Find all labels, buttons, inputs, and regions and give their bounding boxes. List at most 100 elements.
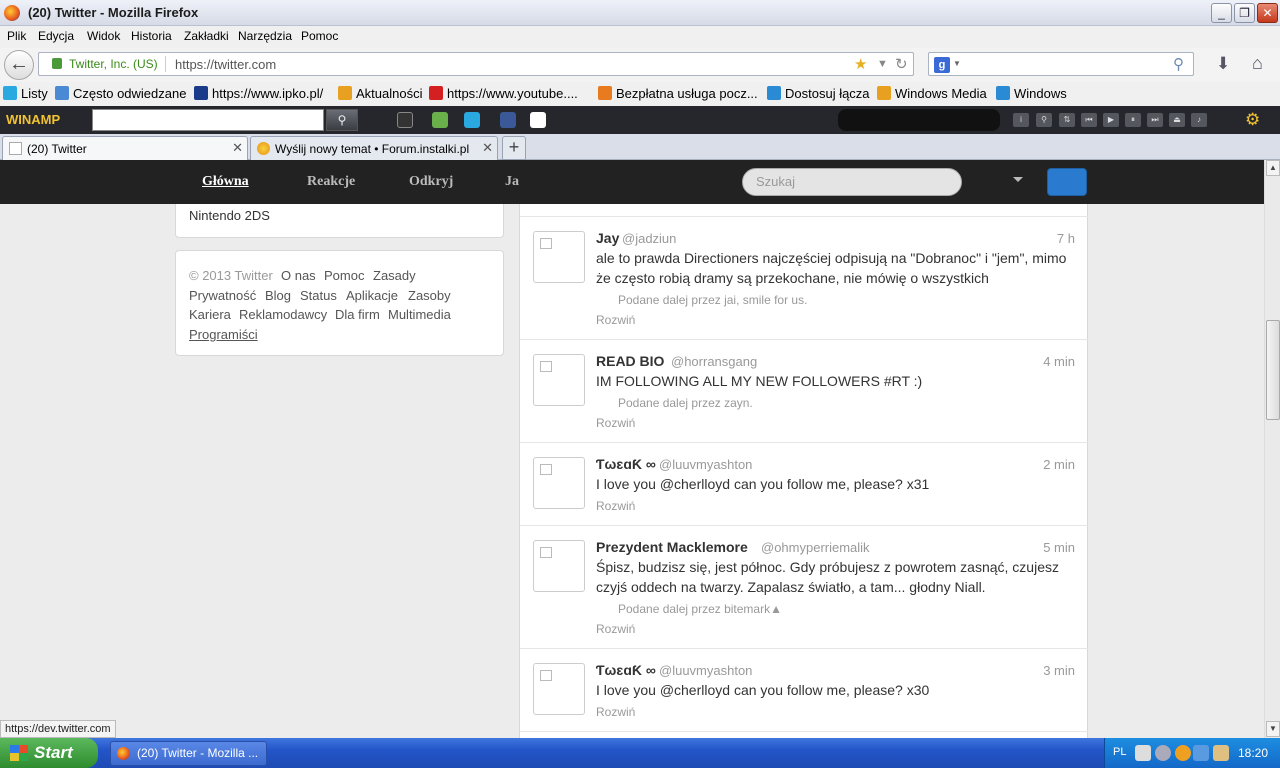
footer-link[interactable]: Aplikacje (346, 288, 398, 303)
keyboard-icon[interactable] (1135, 745, 1151, 761)
new-tab-button[interactable]: + (502, 136, 526, 160)
settings-dropdown-icon[interactable] (1013, 177, 1023, 182)
menu-bookmarks[interactable]: Zakładki (184, 29, 229, 43)
gear-icon[interactable]: ⚙ (1245, 110, 1260, 130)
scroll-down-icon[interactable]: ▼ (1266, 721, 1280, 737)
footer-link[interactable]: Reklamodawcy (239, 307, 327, 322)
winamp-icon[interactable] (397, 112, 413, 128)
magnifier-icon[interactable]: ⚲ (1173, 55, 1184, 73)
reload-icon[interactable]: ↻ (895, 55, 908, 73)
nav-discover[interactable]: Odkryj (409, 174, 453, 190)
pause-icon[interactable]: ⏸ (1125, 113, 1141, 127)
tweet[interactable]: READ BIO @horransgang 4 min IM FOLLOWING… (520, 340, 1088, 443)
tweet[interactable]: ƬωɛɑƘ ∞ @luuvmyashton 2 min I love you @… (520, 443, 1088, 526)
bookmark-star-icon[interactable]: ★ (854, 55, 867, 73)
chevron-down-icon[interactable]: ▼ (953, 59, 961, 68)
menu-tools[interactable]: Narzędzia (238, 29, 292, 43)
dropdown-arrow-icon[interactable]: ▼ (877, 58, 888, 70)
menu-history[interactable]: Historia (131, 29, 172, 43)
tweet-time[interactable]: 5 min (1043, 540, 1075, 555)
nav-me[interactable]: Ja (505, 174, 519, 190)
expand-link[interactable]: Rozwiń (596, 416, 635, 430)
ebay-icon[interactable] (530, 112, 546, 128)
avatar[interactable] (533, 231, 585, 283)
play-icon[interactable]: ▶ (1103, 113, 1119, 127)
bookmark-item[interactable]: Aktualności (338, 86, 422, 101)
avatar[interactable] (533, 540, 585, 592)
menu-file[interactable]: Plik (7, 29, 26, 43)
url-text[interactable]: https://twitter.com (175, 57, 276, 72)
trend-item[interactable]: Nintendo 2DS (189, 208, 270, 223)
previous-icon[interactable]: ⏮ (1081, 113, 1097, 127)
tweet-time[interactable]: 4 min (1043, 354, 1075, 369)
tweet-time[interactable]: 2 min (1043, 457, 1075, 472)
tweet-time[interactable]: 7 h (1057, 231, 1075, 246)
close-tab-icon[interactable]: ✕ (232, 140, 243, 156)
menu-edit[interactable]: Edycja (38, 29, 74, 43)
language-indicator[interactable]: PL (1113, 746, 1126, 758)
footer-link[interactable]: Programiści (189, 327, 258, 342)
avatar[interactable] (533, 663, 585, 715)
nav-home[interactable]: Główna (202, 174, 249, 190)
avatar[interactable] (533, 354, 585, 406)
bookmark-item[interactable]: Windows Media (877, 86, 987, 101)
bookmark-item[interactable]: Listy (3, 86, 48, 101)
expand-link[interactable]: Rozwiń (596, 499, 635, 513)
menu-view[interactable]: Widok (87, 29, 120, 43)
tray-arrow-icon[interactable] (1155, 745, 1171, 761)
taskbar-firefox-item[interactable]: (20) Twitter - Mozilla ... (110, 741, 267, 766)
bookmark-item[interactable]: Często odwiedzane (55, 86, 186, 101)
address-bar[interactable]: Twitter, Inc. (US) https://twitter.com ★… (38, 52, 914, 76)
bookmark-item[interactable]: https://www.ipko.pl/ (194, 86, 323, 101)
maximize-button[interactable]: ❐ (1234, 3, 1255, 23)
search-icon[interactable]: ⚲ (1036, 113, 1052, 127)
winamp-search-input[interactable] (92, 109, 324, 131)
close-tab-icon[interactable]: ✕ (482, 140, 493, 156)
footer-link[interactable]: Multimedia (388, 307, 451, 322)
tweet-handle[interactable]: @luuvmyashton (659, 457, 752, 472)
tweet-handle[interactable]: @ohmyperriemalik (761, 540, 870, 555)
twitter-icon[interactable] (464, 112, 480, 128)
volume-icon[interactable]: ♪ (1191, 113, 1207, 127)
facebook-icon[interactable] (500, 112, 516, 128)
avast-icon[interactable] (1175, 745, 1191, 761)
avatar[interactable] (533, 457, 585, 509)
close-button[interactable]: ✕ (1257, 3, 1278, 23)
footer-link[interactable]: Zasady (373, 268, 416, 283)
google-icon[interactable]: g (934, 57, 950, 73)
page-scrollbar[interactable]: ▲ ▼ (1264, 160, 1280, 738)
tweet[interactable]: Jay @jadziun 7 h ale to prawda Direction… (520, 217, 1088, 340)
bookmark-item[interactable]: Windows (996, 86, 1067, 101)
search-bar[interactable]: g ▼ ⚲ (928, 52, 1194, 76)
bookmark-item[interactable]: https://www.youtube.... (429, 86, 578, 101)
info-icon[interactable]: i (1013, 113, 1029, 127)
tweet-handle[interactable]: @horransgang (671, 354, 757, 369)
tweet-author[interactable]: ƬωɛɑƘ ∞ (596, 456, 656, 472)
scroll-thumb[interactable] (1266, 320, 1280, 420)
footer-link[interactable]: Dla firm (335, 307, 380, 322)
tweet[interactable]: ƬωɛɑƘ ∞ @luuvmyashton 3 min I love you @… (520, 649, 1088, 732)
bookmark-item[interactable]: Dostosuj łącza (767, 86, 870, 101)
shuffle-icon[interactable]: ⇅ (1059, 113, 1075, 127)
next-icon[interactable]: ⏭ (1147, 113, 1163, 127)
footer-link[interactable]: O nas (281, 268, 316, 283)
site-identity[interactable]: Twitter, Inc. (US) (69, 57, 158, 71)
download-icon[interactable]: ⬇ (1216, 54, 1230, 74)
winamp-logo[interactable]: WINAMP (6, 112, 60, 127)
start-button[interactable]: Start (0, 738, 98, 768)
twitter-search-input[interactable]: Szukaj (742, 168, 962, 196)
tweet-author[interactable]: Jay (596, 230, 619, 246)
tab-twitter[interactable]: (20) Twitter ✕ (2, 136, 248, 160)
tweet-author[interactable]: READ BIO (596, 353, 664, 369)
tray-app-icon[interactable] (1213, 745, 1229, 761)
home-icon[interactable]: ⌂ (1252, 53, 1263, 74)
expand-link[interactable]: Rozwiń (596, 622, 635, 636)
android-icon[interactable] (432, 112, 448, 128)
network-icon[interactable] (1193, 745, 1209, 761)
tweet-author[interactable]: ƬωɛɑƘ ∞ (596, 662, 656, 678)
footer-link[interactable]: Kariera (189, 307, 231, 322)
nav-connect[interactable]: Reakcje (307, 174, 355, 190)
eject-icon[interactable]: ⏏ (1169, 113, 1185, 127)
tab-forum[interactable]: Wyślij nowy temat • Forum.instalki.pl ✕ (250, 136, 498, 160)
footer-link[interactable]: Status (300, 288, 337, 303)
